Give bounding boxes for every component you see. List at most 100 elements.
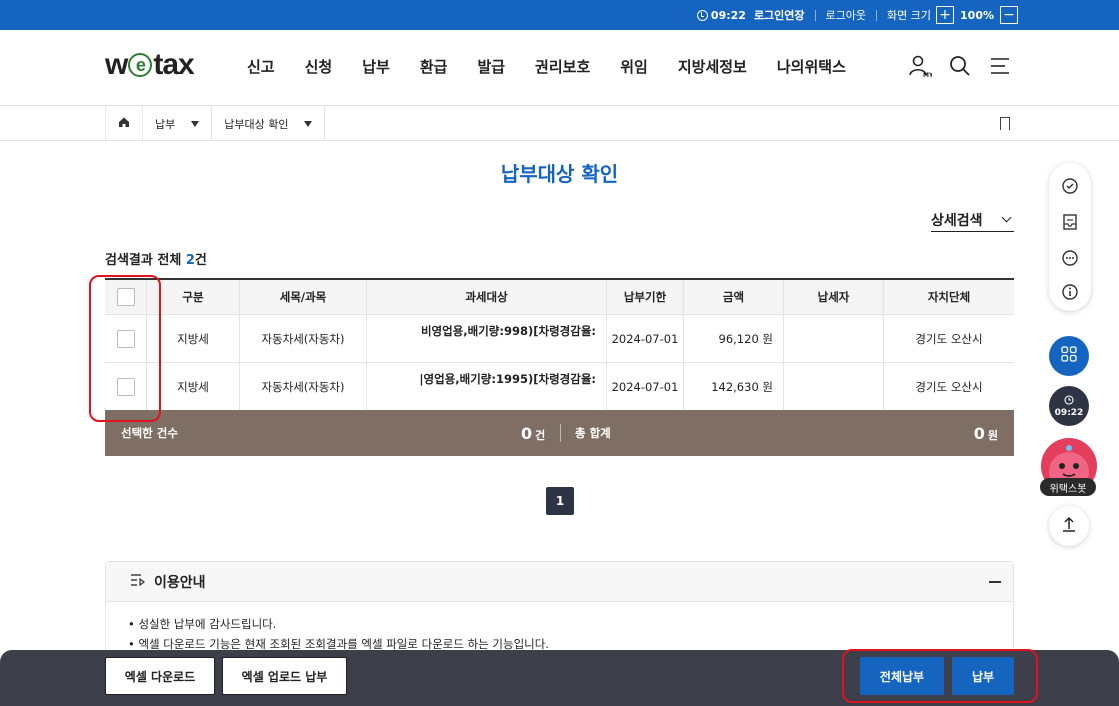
clock-icon	[696, 9, 708, 21]
excel-upload-pay-button[interactable]: 엑셀 업로드 납부	[222, 657, 347, 695]
scroll-top-button[interactable]	[1049, 506, 1089, 546]
summary-bar: 선택한 건수 0건 총 합계 0원	[105, 410, 1014, 456]
chevron-down-icon	[191, 120, 200, 127]
quick-apps-button[interactable]	[1049, 336, 1089, 376]
inbox-icon[interactable]	[1061, 213, 1079, 231]
login-extend-link[interactable]: 로그인연장	[754, 7, 805, 23]
page-button-current[interactable]: 1	[546, 487, 574, 515]
cell-due-date: 2024-07-01	[607, 363, 684, 410]
divider	[814, 9, 816, 21]
zoom-out-button[interactable]: −	[1000, 6, 1018, 24]
nav-item-my-wetax[interactable]: 나의위택스	[762, 56, 861, 77]
chevron-down-icon	[304, 120, 313, 127]
breadcrumb-level2[interactable]: 납부대상 확인	[212, 106, 326, 141]
zoom-value: 100%	[960, 8, 994, 22]
arrow-up-icon	[1061, 516, 1077, 536]
breadcrumb: 납부 납부대상 확인	[0, 106, 1119, 141]
header-cell: 납세자	[784, 280, 884, 314]
grid-icon	[1061, 346, 1077, 366]
excel-download-button[interactable]: 엑셀 다운로드	[105, 657, 215, 695]
total-sum-number: 0	[973, 423, 985, 443]
wetax-bot-label[interactable]: 위택스봇	[1040, 478, 1096, 496]
my-page-icon[interactable]: MY	[908, 54, 934, 79]
svg-text:MY: MY	[923, 72, 932, 78]
cell-taxpayer	[784, 315, 884, 362]
breadcrumb-level2-label: 납부대상 확인	[224, 117, 289, 131]
breadcrumb-level1-label: 납부	[155, 117, 176, 131]
nav-item-local-tax-info[interactable]: 지방세정보	[663, 56, 762, 77]
row-checkbox[interactable]	[116, 377, 135, 396]
result-prefix: 검색결과 전체	[105, 253, 186, 268]
usage-guide-header[interactable]: 이용안내	[106, 562, 1013, 602]
chat-bubble-icon[interactable]	[1061, 249, 1079, 267]
info-icon[interactable]	[1061, 283, 1079, 301]
zoom-in-button[interactable]: +	[936, 6, 955, 24]
selected-count-number: 0	[521, 423, 533, 443]
logout-link[interactable]: 로그아웃	[826, 7, 866, 23]
menu-icon[interactable]	[988, 54, 1012, 78]
header-cell: 금액	[684, 280, 784, 314]
header-icons: MY	[908, 54, 1012, 79]
detail-search-toggle[interactable]: 상세검색	[931, 210, 1014, 232]
select-all-checkbox[interactable]	[116, 288, 135, 306]
detail-search-label: 상세검색	[931, 213, 983, 229]
selected-count-value: 0건	[521, 424, 545, 443]
cell-tax-item: 자동차세(자동차)	[240, 315, 367, 362]
total-sum-value: 0원	[974, 424, 998, 443]
header-cell: 납부기한	[607, 280, 684, 314]
logo-text-w: w	[105, 48, 128, 81]
cell-tax-item: 자동차세(자동차)	[240, 363, 367, 410]
breadcrumb-level1[interactable]: 납부	[143, 106, 213, 141]
zoom-label: 화면 크기	[887, 9, 932, 22]
session-timer-value: 09:22	[1054, 407, 1084, 418]
site-header: w e tax 신고 신청 납부 환급 발급 권리보호 위임 지방세정보 나의위…	[0, 30, 1119, 106]
header-cell: 세목/과목	[240, 280, 367, 314]
nav-item-issue[interactable]: 발급	[462, 56, 520, 77]
divider	[876, 9, 878, 21]
page-title: 납부대상 확인	[500, 162, 619, 186]
nav-item-refund[interactable]: 환급	[405, 56, 463, 77]
row-checkbox[interactable]	[116, 329, 135, 348]
header-cell: 과세대상	[367, 280, 607, 314]
pay-button[interactable]: 납부	[952, 657, 1014, 695]
session-timer-button[interactable]: 09:22	[1049, 386, 1089, 426]
cell-local-gov: 경기도 오산시	[915, 379, 983, 394]
result-count: 검색결과 전체 2건	[105, 249, 207, 268]
payment-table: 구분 세목/과목 과세대상 납부기한 금액 납세자 자치단체 지방세 자동차세(…	[105, 278, 1014, 411]
cell-due-date: 2024-07-01	[607, 315, 684, 362]
nav-item-report[interactable]: 신고	[232, 56, 290, 77]
search-icon[interactable]	[948, 54, 972, 78]
table-row: 지방세 자동차세(자동차) |영업용,배기량:1995)[차령경감율: 2024…	[105, 363, 1014, 411]
selected-count-label: 선택한 건수	[121, 426, 178, 440]
nav-item-pay[interactable]: 납부	[347, 56, 405, 77]
usage-guide-title: 이용안내	[154, 574, 206, 591]
result-suffix: 건	[194, 253, 207, 268]
nav-item-apply[interactable]: 신청	[290, 56, 348, 77]
row-select-cell	[105, 315, 147, 362]
pay-all-button[interactable]: 전체납부	[860, 657, 944, 695]
guide-item-text: 성실한 납부에 감사드립니다.	[138, 617, 277, 631]
selected-count-unit: 건	[535, 428, 546, 442]
wetax-logo[interactable]: w e tax	[105, 48, 195, 82]
breadcrumb-home[interactable]	[106, 106, 143, 141]
utility-bar: 09:22 로그인연장 로그아웃 화면 크기 + 100% −	[0, 0, 1119, 30]
quick-menu	[1049, 163, 1091, 311]
result-count-number: 2	[185, 253, 195, 268]
collapse-icon[interactable]	[989, 581, 1001, 583]
chat-check-icon[interactable]	[1061, 177, 1079, 195]
cell-tax-object: |영업용,배기량:1995)[차령경감율:	[367, 363, 607, 410]
row-select-cell	[105, 363, 147, 410]
bookmark-icon[interactable]	[1000, 117, 1010, 130]
usage-guide-list: • 성실한 납부에 감사드립니다. • 엑셀 다운로드 기능은 현재 조회된 조…	[106, 602, 1013, 654]
guide-item-text: 엑셀 다운로드 기능은 현재 조회된 조회결과를 엑셀 파일로 다운로드 하는 …	[138, 637, 549, 651]
cell-tax-object: 비영업용,배기량:998)[차령경감율:	[367, 315, 607, 362]
clock-icon	[1064, 394, 1074, 408]
nav-item-rights[interactable]: 권리보호	[520, 56, 605, 77]
divider	[560, 424, 561, 442]
total-sum-unit: 원	[987, 428, 998, 442]
session-timer: 09:22	[696, 9, 746, 22]
guide-item: • 성실한 납부에 감사드립니다.	[128, 617, 277, 631]
cell-amount: 142,630 원	[684, 363, 784, 410]
main-nav: 신고 신청 납부 환급 발급 권리보호 위임 지방세정보 나의위택스	[232, 56, 861, 77]
nav-item-delegate[interactable]: 위임	[605, 56, 663, 77]
